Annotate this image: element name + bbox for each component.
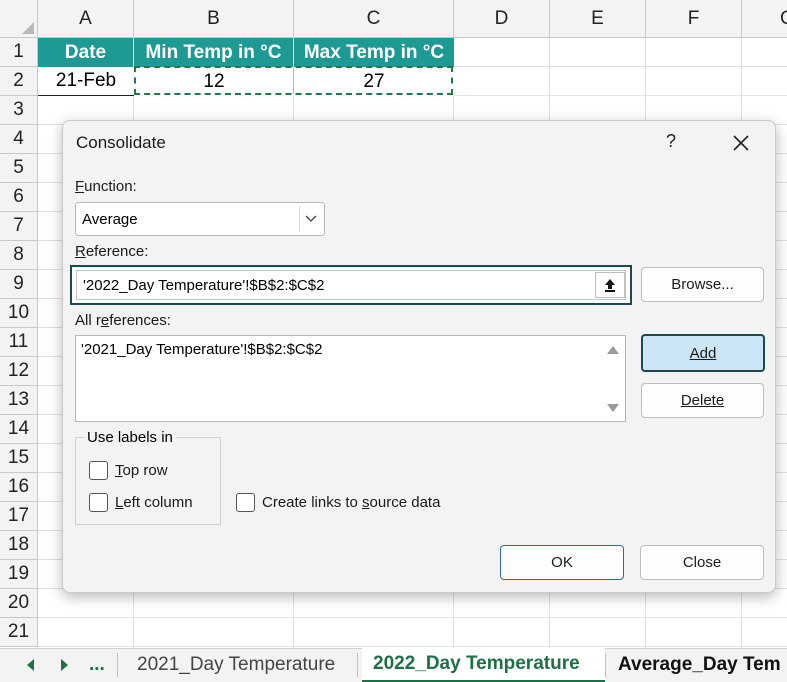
row-header[interactable]: 18 [0, 531, 38, 560]
row-header[interactable]: 15 [0, 444, 38, 473]
delete-button-label-accel: Delete [680, 392, 725, 409]
function-label-text: unction: [84, 178, 137, 195]
row-header[interactable]: 4 [0, 125, 38, 154]
list-scrollbar[interactable] [601, 336, 625, 421]
function-label: Function: [75, 178, 137, 195]
create-links-label-accel: s [362, 494, 370, 511]
column-header-g[interactable]: G [742, 0, 787, 38]
chevron-down-icon[interactable] [299, 206, 321, 232]
nav-left-icon[interactable] [27, 659, 34, 671]
tab-overflow[interactable]: ... [83, 649, 105, 681]
row-header[interactable]: 14 [0, 415, 38, 444]
cell-b1[interactable]: Min Temp in °C [134, 38, 294, 67]
dialog-title: Consolidate [76, 133, 166, 152]
top-row-label-text: op row [122, 462, 168, 479]
top-row-option[interactable]: Top row [89, 461, 168, 480]
top-row-label-accel: T [115, 462, 123, 479]
row-header[interactable]: 17 [0, 502, 38, 531]
row-header[interactable]: 10 [0, 299, 38, 328]
row-header[interactable]: 12 [0, 357, 38, 386]
delete-button[interactable]: Delete [641, 383, 764, 418]
row-header[interactable]: 1 [0, 38, 38, 67]
row-header[interactable]: 20 [0, 589, 38, 618]
close-button[interactable]: Close [640, 545, 764, 580]
row-header[interactable]: 7 [0, 212, 38, 241]
ok-button[interactable]: OK [500, 545, 624, 580]
use-labels-title: Use labels in [84, 429, 176, 446]
nav-right-icon[interactable] [61, 659, 68, 671]
tab-separator [357, 653, 358, 677]
column-header-a[interactable]: A [38, 0, 134, 38]
scroll-up-icon[interactable] [607, 346, 619, 354]
left-column-label: Left column [115, 494, 193, 511]
marquee-divider [293, 67, 294, 94]
create-links-label-post: ource data [369, 494, 441, 511]
top-row-checkbox[interactable] [89, 461, 108, 480]
all-references-list[interactable]: '2021_Day Temperature'!$B$2:$C$2 [75, 335, 626, 422]
all-references-label-pre: All r [75, 312, 101, 329]
tab-2021-day-temperature[interactable]: 2021_Day Temperature [131, 649, 335, 681]
function-select-value: Average [82, 211, 138, 228]
column-header-d[interactable]: D [454, 0, 550, 38]
browse-button[interactable]: Browse... [641, 267, 764, 302]
row-header[interactable]: 8 [0, 241, 38, 270]
add-button[interactable]: Add [641, 334, 765, 372]
sheet-tab-bar: ... 2021_Day Temperature 2022_Day Temper… [0, 648, 787, 682]
collapse-dialog-icon[interactable] [595, 272, 625, 298]
row-header[interactable]: 9 [0, 270, 38, 299]
list-item[interactable]: '2021_Day Temperature'!$B$2:$C$2 [81, 341, 322, 358]
top-row-label: Top row [115, 462, 168, 479]
function-select[interactable]: Average [75, 202, 325, 236]
grid-line-horizontal [38, 646, 787, 647]
left-column-option[interactable]: Left column [89, 493, 193, 512]
all-references-label-accel: e [100, 312, 110, 329]
reference-label: Reference: [75, 243, 148, 260]
reference-input[interactable]: '2022_Day Temperature'!$B$2:$C$2 [76, 270, 626, 300]
tab-separator [117, 653, 118, 677]
all-references-label-post: ferences: [109, 312, 171, 329]
cell-c1[interactable]: Max Temp in °C [294, 38, 454, 67]
row-header[interactable]: 3 [0, 96, 38, 125]
left-column-label-text: eft column [123, 494, 193, 511]
column-header-b[interactable]: B [134, 0, 294, 38]
scroll-down-icon[interactable] [607, 404, 619, 412]
create-links-label: Create links to source data [262, 494, 440, 511]
row-header[interactable]: 6 [0, 183, 38, 212]
add-button-label: Add [689, 344, 717, 362]
create-links-option[interactable]: Create links to source data [236, 493, 440, 512]
column-header-c[interactable]: C [294, 0, 454, 38]
tab-2022-day-temperature[interactable]: 2022_Day Temperature [362, 648, 605, 682]
cell-a1[interactable]: Date [38, 38, 134, 67]
reference-label-accel: R [75, 243, 86, 260]
all-references-label: All references: [75, 312, 171, 329]
create-links-label-pre: Create links to [262, 494, 363, 511]
consolidate-dialog: Consolidate ? Function: Average Referenc… [62, 120, 776, 593]
row-header[interactable]: 19 [0, 560, 38, 589]
cell-c2[interactable]: 27 [294, 67, 454, 96]
row-header[interactable]: 21 [0, 618, 38, 647]
row-header[interactable]: 5 [0, 154, 38, 183]
tab-average-day-temperature[interactable]: Average_Day Tem [612, 649, 781, 681]
reference-field-focus: '2022_Day Temperature'!$B$2:$C$2 [70, 265, 632, 305]
row-header[interactable]: 11 [0, 328, 38, 357]
row-header[interactable]: 2 [0, 67, 38, 96]
column-header-e[interactable]: E [550, 0, 646, 38]
left-column-checkbox[interactable] [89, 493, 108, 512]
help-button[interactable]: ? [659, 131, 683, 155]
reference-label-text: eference: [85, 243, 149, 260]
create-links-checkbox[interactable] [236, 493, 255, 512]
cell-b2[interactable]: 12 [134, 67, 294, 96]
grid-line-horizontal [38, 617, 787, 618]
reference-input-value: '2022_Day Temperature'!$B$2:$C$2 [83, 277, 325, 294]
row-header[interactable]: 13 [0, 386, 38, 415]
select-all-triangle [22, 22, 34, 34]
tab-separator [605, 653, 606, 677]
dialog-titlebar[interactable]: Consolidate ? [63, 121, 775, 165]
cell-a2[interactable]: 21-Feb [38, 67, 134, 96]
function-label-accel: F [75, 178, 85, 195]
column-header-f[interactable]: F [646, 0, 742, 38]
row-header[interactable]: 16 [0, 473, 38, 502]
close-icon[interactable] [727, 129, 755, 157]
select-all-corner[interactable] [0, 0, 38, 38]
